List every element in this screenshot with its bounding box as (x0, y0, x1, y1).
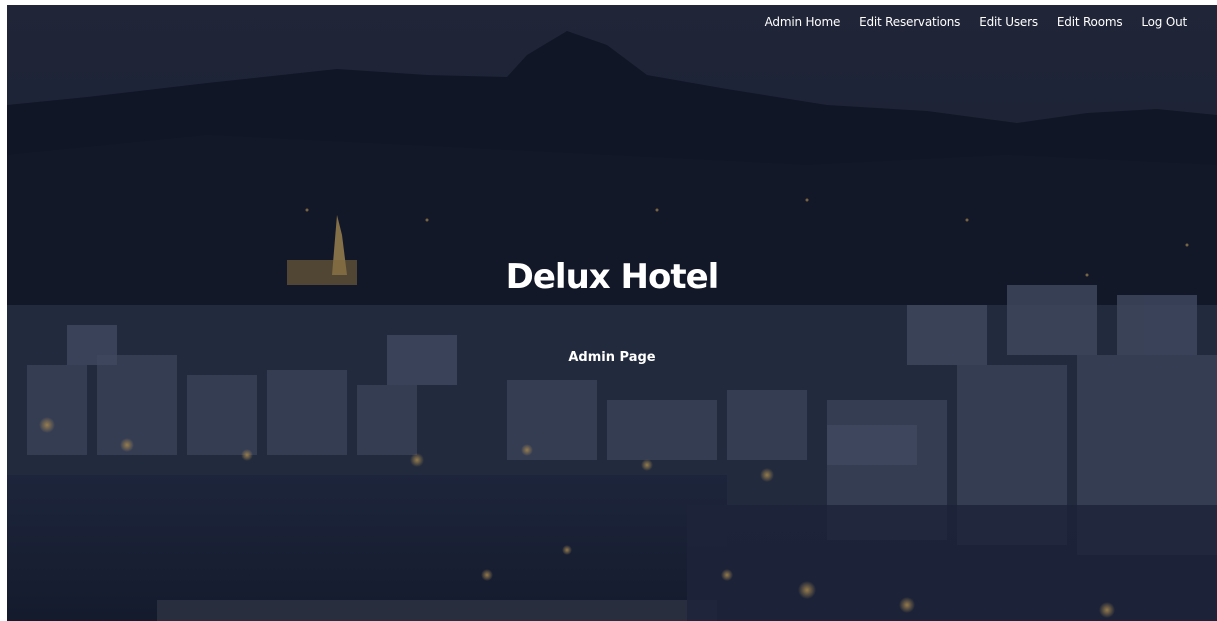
hero-background-image (7, 5, 1217, 621)
hero-subtitle: Admin Page (568, 350, 656, 365)
nav-log-out-link[interactable]: Log Out (1141, 15, 1187, 29)
nav-admin-home-link[interactable]: Admin Home (765, 15, 841, 29)
top-navigation: Admin Home Edit Reservations Edit Users … (765, 15, 1188, 29)
hero-section: Admin Home Edit Reservations Edit Users … (7, 5, 1217, 621)
nav-edit-users-link[interactable]: Edit Users (979, 15, 1038, 29)
hero-title: Delux Hotel (505, 257, 720, 297)
nav-edit-rooms-link[interactable]: Edit Rooms (1057, 15, 1123, 29)
nav-edit-reservations-link[interactable]: Edit Reservations (859, 15, 960, 29)
